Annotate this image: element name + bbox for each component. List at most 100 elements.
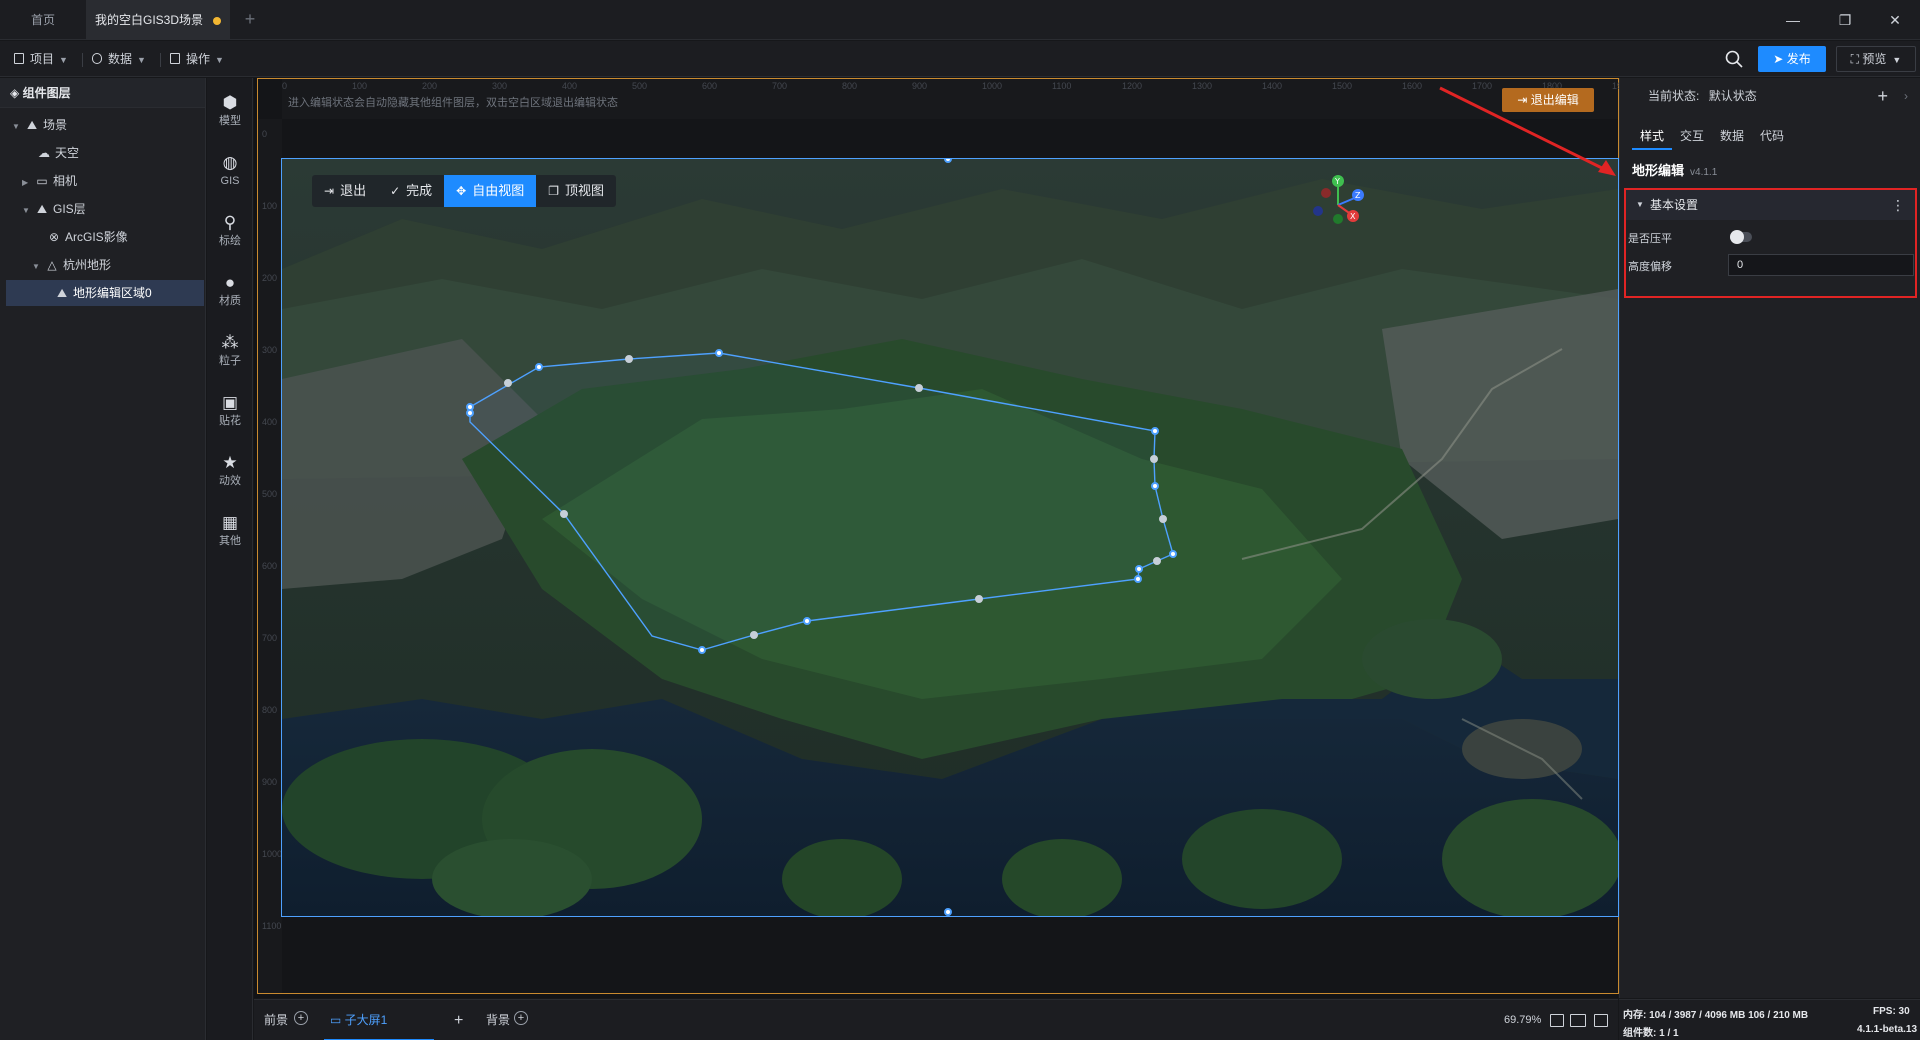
iconbar-gis[interactable]: ◍ GIS — [207, 146, 253, 196]
polygon-vertex[interactable] — [698, 646, 706, 654]
layers-icon: ◈ — [10, 86, 23, 100]
memory-status: 内存: 104 / 3987 / 4096 MB 106 / 210 MB — [1623, 1010, 1809, 1021]
background-label: 背景 — [486, 1013, 511, 1027]
exit-edit-label: 退出编辑 — [1530, 93, 1579, 107]
add-screen-icon[interactable]: + — [454, 1000, 463, 1040]
polygon-midpoint[interactable] — [750, 631, 758, 639]
tab-interaction-label: 交互 — [1680, 129, 1705, 143]
tree-item-hangzhou-terrain[interactable]: ▼ △ 杭州地形 — [6, 252, 204, 278]
zoom-level[interactable]: 69.79% — [1504, 1000, 1541, 1040]
tree-item-arcgis[interactable]: ⊗ ArcGIS影像 — [6, 224, 204, 250]
more-vertical-icon[interactable]: ⋮ — [1891, 190, 1905, 220]
polygon-vertex[interactable] — [715, 349, 723, 357]
publish-button[interactable]: ➤ 发布 — [1758, 46, 1826, 72]
polygon-vertex[interactable] — [1135, 565, 1143, 573]
keyboard-icon[interactable] — [1570, 1014, 1586, 1027]
polygon-vertex[interactable] — [803, 617, 811, 625]
polygon-midpoint[interactable] — [625, 355, 633, 363]
iconbar-material[interactable]: ● 材质 — [207, 266, 253, 316]
polygon-midpoint[interactable] — [915, 384, 923, 392]
free-view-button[interactable]: ✥ 自由视图 — [444, 175, 537, 207]
exit-edit-button[interactable]: ⇥ 退出编辑 — [1502, 88, 1594, 112]
foreground-tab[interactable]: 前景 — [264, 1000, 288, 1040]
iconbar-particle[interactable]: ⁂ 粒子 — [207, 326, 253, 376]
fit-screen-icon[interactable] — [1550, 1014, 1564, 1027]
tab-home[interactable]: 首页 — [0, 0, 86, 40]
iconbar-model[interactable]: ⬢ 模型 — [207, 86, 253, 136]
polygon-midpoint[interactable] — [504, 379, 512, 387]
tab-code[interactable]: 代码 — [1752, 122, 1792, 150]
tab-code-label: 代码 — [1760, 129, 1785, 143]
ruler-tick: 900 — [262, 777, 278, 787]
background-tab[interactable]: 背景 — [486, 1000, 510, 1040]
iconbar-effect[interactable]: ★ 动效 — [207, 446, 253, 496]
exit-button[interactable]: ⇥ 退出 — [312, 175, 378, 207]
close-icon[interactable]: ✕ — [1872, 0, 1918, 40]
polygon-vertex[interactable] — [535, 363, 543, 371]
terminal-icon[interactable] — [1594, 1014, 1608, 1027]
minimize-icon[interactable]: — — [1770, 0, 1816, 40]
menu-data[interactable]: 数据 ▼ — [92, 49, 146, 69]
polygon-midpoint[interactable] — [975, 595, 983, 603]
tree-item-terrain-region[interactable]: ⛰ 地形编辑区域0 — [6, 280, 204, 306]
search-icon[interactable] — [1724, 49, 1744, 69]
done-button[interactable]: ✓ 完成 — [378, 175, 444, 207]
polygon-vertex[interactable] — [1151, 427, 1159, 435]
toggle-knob — [1730, 230, 1744, 244]
ruler-tick: 1000 — [262, 849, 283, 859]
tab-style[interactable]: 样式 — [1632, 122, 1673, 150]
menu-operate-label: 操作 — [186, 52, 211, 66]
polygon-midpoint[interactable] — [1150, 455, 1158, 463]
add-state-icon[interactable]: + — [1877, 78, 1888, 114]
tab-scene[interactable]: 我的空白GIS3D场景 — [86, 0, 230, 40]
polygon-vertex[interactable] — [466, 409, 474, 417]
tree-item-camera[interactable]: ▶ ▭ 相机 — [6, 168, 204, 194]
layers-panel: ◈ 组件图层 ▼ ⛰ 场景 ☁ 天空 ▶ ▭ 相机 ▼ ⛰ GIS层 ⊗ ArcGIS影像 ▼ △… — [0, 78, 206, 1040]
add-foreground-icon[interactable]: + — [294, 1011, 308, 1025]
basic-settings-header[interactable]: ▼ 基本设置 ⋮ — [1626, 190, 1915, 220]
sub-screen-tab[interactable]: ▭ 子大屏1 — [324, 1000, 434, 1040]
tree-item-sky[interactable]: ☁ 天空 — [6, 140, 204, 166]
tree-item-scene[interactable]: ▼ ⛰ 场景 — [6, 112, 204, 138]
iconbar-decal[interactable]: ▣ 贴花 — [207, 386, 253, 436]
tab-data[interactable]: 数据 — [1712, 122, 1752, 150]
iconbar-label: GIS — [220, 175, 240, 187]
move-icon: ✥ — [456, 184, 467, 198]
preview-button[interactable]: ⛶ 预览 ▼ — [1836, 46, 1916, 72]
ruler-tick: 200 — [262, 273, 278, 283]
iconbar-other[interactable]: ▦ 其他 — [207, 506, 253, 556]
menu-operate[interactable]: 操作 ▼ — [170, 49, 224, 69]
resize-handle-bottom[interactable] — [944, 908, 952, 916]
polygon-vertex[interactable] — [1151, 482, 1159, 490]
add-background-icon[interactable]: + — [514, 1011, 528, 1025]
flatten-toggle[interactable] — [1730, 230, 1752, 244]
polygon-midpoint[interactable] — [1153, 557, 1161, 565]
layers-icon: ❐ — [548, 184, 559, 198]
terrain-satellite-view[interactable] — [282, 159, 1618, 916]
height-offset-input[interactable]: 0 — [1728, 254, 1914, 276]
section-title: 基本设置 — [1650, 198, 1699, 212]
tree-item-gis-layer[interactable]: ▼ ⛰ GIS层 — [6, 196, 204, 222]
tab-interaction[interactable]: 交互 — [1672, 122, 1712, 150]
imagery-icon: ⊗ — [48, 230, 60, 244]
ruler-tick: 600 — [702, 81, 718, 91]
polygon-vertex[interactable] — [1169, 550, 1177, 558]
polygon-midpoint[interactable] — [1159, 515, 1167, 523]
polygon-vertex[interactable] — [1134, 575, 1142, 583]
state-value[interactable]: 默认状态 — [1709, 89, 1757, 103]
restore-icon[interactable]: ❐ — [1822, 0, 1868, 40]
chevron-right-icon[interactable]: › — [1904, 78, 1908, 114]
menu-project[interactable]: 项目 ▼ — [14, 49, 68, 69]
iconbar-plot[interactable]: ⚲ 标绘 — [207, 206, 253, 256]
gizmo-z-label: Z — [1355, 191, 1361, 200]
top-view-button[interactable]: ❐ 顶视图 — [536, 175, 616, 207]
tab-scene-label: 我的空白GIS3D场景 — [94, 13, 203, 27]
publish-label: 发布 — [1786, 52, 1811, 66]
axis-gizmo-icon[interactable]: Y Z X — [1312, 173, 1382, 233]
ruler-tick: 0 — [282, 81, 288, 91]
gizmo-x-label: X — [1350, 212, 1356, 221]
add-tab-icon[interactable]: + — [240, 9, 260, 29]
gis-3d-viewport[interactable]: ⇥ 退出 ✓ 完成 ✥ 自由视图 ❐ 顶视图 Y Z X — [281, 158, 1619, 917]
polygon-midpoint[interactable] — [560, 510, 568, 518]
decal-icon: ▣ — [221, 393, 239, 412]
